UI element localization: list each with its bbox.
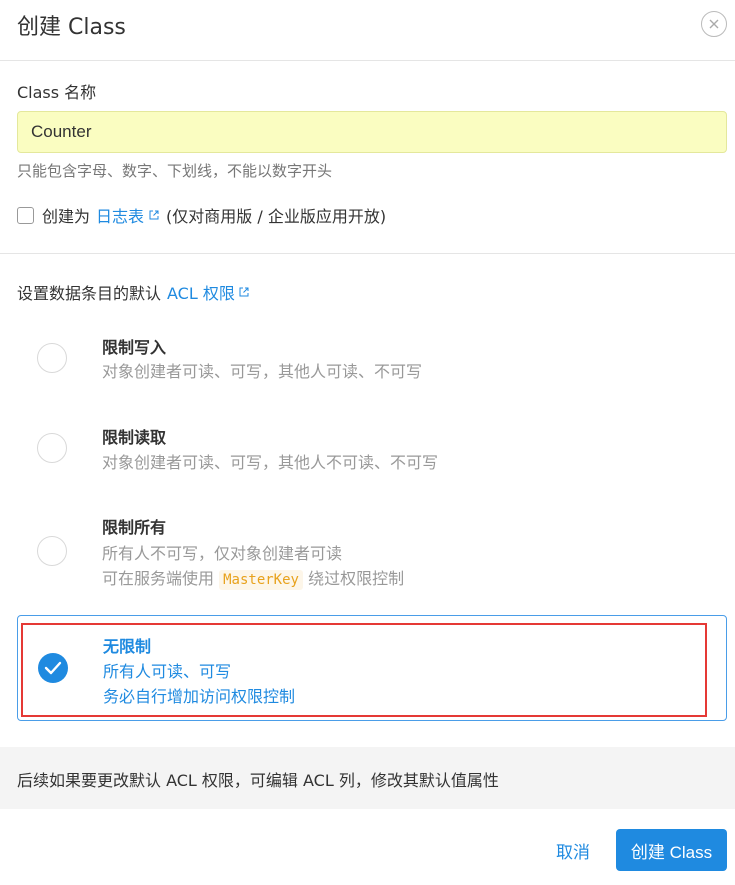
acl-option-restrict-read[interactable]: 限制读取 对象创建者可读、可写，其他人不可读、不可写	[17, 415, 727, 485]
radio-button[interactable]	[37, 433, 67, 463]
acl-heading-text: 设置数据条目的默认	[17, 284, 162, 303]
log-table-prefix: 创建为	[42, 207, 91, 226]
acl-option-restrict-all[interactable]: 限制所有 所有人不可写，仅对象创建者可读 可在服务端使用 MasterKey 绕…	[17, 505, 727, 600]
option-description-line2: 务必自行增加访问权限控制	[103, 687, 296, 706]
option-title: 无限制	[103, 637, 152, 656]
acl-option-unrestricted[interactable]: 无限制 所有人可读、可写 务必自行增加访问权限控制	[17, 615, 727, 721]
option-title: 限制写入	[102, 338, 167, 357]
log-table-row: 创建为 日志表 (仅对商用版 / 企业版应用开放)	[17, 204, 386, 226]
close-icon	[709, 19, 719, 29]
option-description: 所有人可读、可写	[103, 662, 232, 681]
option-title: 限制读取	[102, 428, 167, 447]
option-description: 所有人不可写，仅对象创建者可读	[102, 544, 343, 563]
option-description: 对象创建者可读、可写，其他人可读、不可写	[102, 362, 423, 381]
acl-footer-note: 后续如果要更改默认 ACL 权限，可编辑 ACL 列，修改其默认值属性	[0, 747, 735, 809]
class-name-hint: 只能包含字母、数字、下划线，不能以数字开头	[17, 162, 333, 180]
close-button[interactable]	[701, 11, 727, 37]
log-table-suffix: (仅对商用版 / 企业版应用开放)	[166, 207, 387, 226]
radio-button[interactable]	[37, 536, 67, 566]
option-description: 对象创建者可读、可写，其他人不可读、不可写	[102, 453, 439, 472]
option-line2-prefix: 可在服务端使用	[102, 569, 215, 588]
footer-note-text: 后续如果要更改默认 ACL 权限，可编辑 ACL 列，修改其默认值属性	[17, 771, 499, 790]
option-title: 限制所有	[102, 518, 167, 537]
acl-heading: 设置数据条目的默认 ACL 权限	[17, 280, 256, 304]
option-description-line2: 可在服务端使用 MasterKey 绕过权限控制	[102, 565, 405, 590]
log-table-link[interactable]: 日志表	[96, 203, 144, 227]
section-divider	[0, 253, 735, 254]
dialog-header: 创建 Class	[0, 0, 735, 61]
external-link-icon	[239, 287, 249, 297]
dialog-title: 创建 Class	[17, 15, 126, 40]
radio-button-checked[interactable]	[38, 653, 68, 683]
option-line2-suffix: 绕过权限控制	[308, 569, 405, 588]
class-name-input[interactable]	[17, 111, 727, 153]
masterkey-code: MasterKey	[219, 570, 303, 590]
acl-option-restrict-write[interactable]: 限制写入 对象创建者可读、可写，其他人可读、不可写	[17, 325, 727, 395]
radio-button[interactable]	[37, 343, 67, 373]
cancel-button[interactable]: 取消	[544, 830, 602, 870]
log-table-checkbox[interactable]	[17, 206, 34, 224]
acl-link[interactable]: ACL 权限	[167, 280, 235, 304]
create-class-button[interactable]: 创建 Class	[616, 829, 727, 871]
class-name-label: Class 名称	[17, 83, 97, 102]
external-link-icon	[149, 210, 159, 220]
checkmark-icon	[44, 661, 62, 675]
